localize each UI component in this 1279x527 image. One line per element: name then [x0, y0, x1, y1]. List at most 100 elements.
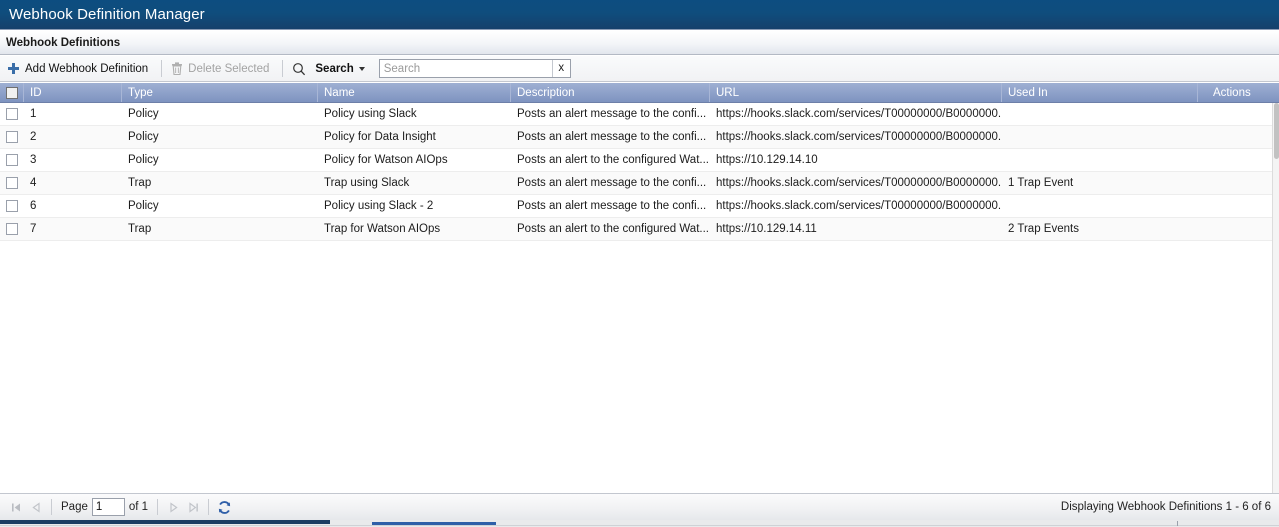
pager-divider-2: [157, 499, 159, 515]
row-select-cell[interactable]: [0, 195, 24, 217]
cell-actions[interactable]: [1198, 218, 1279, 240]
page-number-input[interactable]: [91, 498, 125, 516]
select-all-checkbox[interactable]: [5, 86, 18, 99]
cell-type: Policy: [128, 108, 159, 120]
column-header-url[interactable]: URL: [710, 83, 1002, 102]
select-all-header[interactable]: [0, 83, 24, 102]
row-select-cell[interactable]: [0, 103, 24, 125]
cell-name: Policy for Watson AIOps: [324, 154, 448, 166]
next-page-icon: [169, 501, 178, 513]
scrollbar-thumb[interactable]: [1274, 103, 1279, 159]
row-checkbox[interactable]: [6, 200, 18, 212]
previous-page-icon: [31, 501, 40, 513]
page-total-label: of 1: [128, 501, 149, 513]
row-select-cell[interactable]: [0, 172, 24, 194]
cell-url: https://hooks.slack.com/services/T000000…: [716, 200, 1002, 212]
cell-id: 7: [30, 223, 37, 235]
cell-name: Trap for Watson AIOps: [324, 223, 441, 235]
pager-divider-3: [208, 499, 210, 515]
window-title: Webhook Definition Manager: [9, 6, 205, 23]
cell-actions[interactable]: [1198, 149, 1279, 171]
cell-type: Trap: [128, 177, 152, 189]
cell-description: Posts an alert to the configured Wat...: [517, 223, 709, 235]
cell-name: Policy using Slack - 2: [324, 200, 434, 212]
row-select-cell[interactable]: [0, 126, 24, 148]
cell-description: Posts an alert to the configured Wat...: [517, 154, 709, 166]
cell-used-in: [1002, 149, 1198, 171]
row-checkbox[interactable]: [6, 177, 18, 189]
pagination-status: Displaying Webhook Definitions 1 - 6 of …: [1060, 501, 1271, 513]
cell-id: 3: [30, 154, 37, 166]
cell-url: https://hooks.slack.com/services/T000000…: [716, 108, 1002, 120]
bottom-strip-dark-segment: [0, 520, 330, 524]
cell-actions[interactable]: [1198, 126, 1279, 148]
column-header-used-in[interactable]: Used In: [1002, 83, 1198, 102]
cell-type: Policy: [128, 131, 159, 143]
cell-description: Posts an alert message to the confi...: [517, 177, 707, 189]
row-checkbox[interactable]: [6, 131, 18, 143]
cell-description: Posts an alert message to the confi...: [517, 131, 707, 143]
grid-body: 1 Policy Policy using Slack Posts an ale…: [0, 103, 1279, 499]
row-select-cell[interactable]: [0, 149, 24, 171]
pager-divider-1: [51, 499, 52, 515]
plus-icon: [7, 62, 20, 75]
cell-url: https://10.129.14.11: [716, 223, 817, 235]
cell-used-in: [1002, 103, 1198, 125]
delete-selected-button[interactable]: Delete Selected: [169, 59, 275, 79]
column-header-type[interactable]: Type: [122, 83, 318, 102]
search-clear-button[interactable]: x: [551, 60, 570, 77]
table-row[interactable]: 7 Trap Trap for Watson AIOps Posts an al…: [0, 218, 1279, 241]
cell-actions[interactable]: [1198, 103, 1279, 125]
next-page-button[interactable]: [163, 497, 183, 517]
cell-url: https://10.129.14.10: [716, 154, 818, 166]
table-row[interactable]: 1 Policy Policy using Slack Posts an ale…: [0, 103, 1279, 126]
search-menu-button[interactable]: Search: [290, 59, 370, 79]
cell-actions[interactable]: [1198, 172, 1279, 194]
table-row[interactable]: 2 Policy Policy for Data Insight Posts a…: [0, 126, 1279, 149]
bottom-strip-rule: [0, 525, 1279, 526]
section-header: Webhook Definitions: [0, 31, 1279, 55]
row-checkbox[interactable]: [6, 223, 18, 235]
last-page-button[interactable]: [183, 497, 203, 517]
table-row[interactable]: 6 Policy Policy using Slack - 2 Posts an…: [0, 195, 1279, 218]
last-page-icon: [188, 501, 198, 513]
table-row[interactable]: 3 Policy Policy for Watson AIOps Posts a…: [0, 149, 1279, 172]
cell-url: https://hooks.slack.com/services/T000000…: [716, 177, 1002, 189]
table-row[interactable]: 4 Trap Trap using Slack Posts an alert m…: [0, 172, 1279, 195]
cell-id: 6: [30, 200, 37, 212]
toolbar-divider-2: [282, 60, 284, 77]
column-header-actions[interactable]: Actions: [1198, 83, 1279, 102]
previous-page-button[interactable]: [26, 497, 46, 517]
add-webhook-definition-label: Add Webhook Definition: [25, 62, 149, 75]
section-title: Webhook Definitions: [6, 36, 121, 49]
cell-type: Policy: [128, 200, 159, 212]
first-page-button[interactable]: [6, 497, 26, 517]
row-checkbox[interactable]: [6, 154, 18, 166]
cell-url: https://hooks.slack.com/services/T000000…: [716, 131, 1002, 143]
cell-used-in: [1002, 195, 1198, 217]
column-header-description[interactable]: Description: [511, 83, 710, 102]
row-select-cell[interactable]: [0, 218, 24, 240]
cell-name: Policy using Slack: [324, 108, 417, 120]
cell-actions[interactable]: [1198, 195, 1279, 217]
magnifier-icon: [292, 62, 306, 76]
column-header-name[interactable]: Name: [318, 83, 511, 102]
column-header-id[interactable]: ID: [24, 83, 122, 102]
row-checkbox[interactable]: [6, 108, 18, 120]
cell-id: 4: [30, 177, 37, 189]
refresh-button[interactable]: [214, 497, 234, 517]
search-field-group: x: [378, 59, 571, 78]
cell-name: Trap using Slack: [324, 177, 410, 189]
grid-header-row: ID Type Name Description URL Used In Act…: [0, 83, 1279, 103]
cell-name: Policy for Data Insight: [324, 131, 436, 143]
cell-used-in: 1 Trap Event: [1008, 177, 1074, 189]
trash-icon: [171, 62, 183, 75]
cell-type: Policy: [128, 154, 159, 166]
add-webhook-definition-button[interactable]: Add Webhook Definition: [5, 59, 154, 79]
grid-vertical-scrollbar[interactable]: [1272, 103, 1279, 499]
first-page-icon: [11, 503, 20, 511]
cell-id: 2: [30, 131, 37, 143]
cell-type: Trap: [128, 223, 152, 235]
refresh-icon: [218, 500, 230, 514]
search-input[interactable]: [379, 60, 552, 77]
